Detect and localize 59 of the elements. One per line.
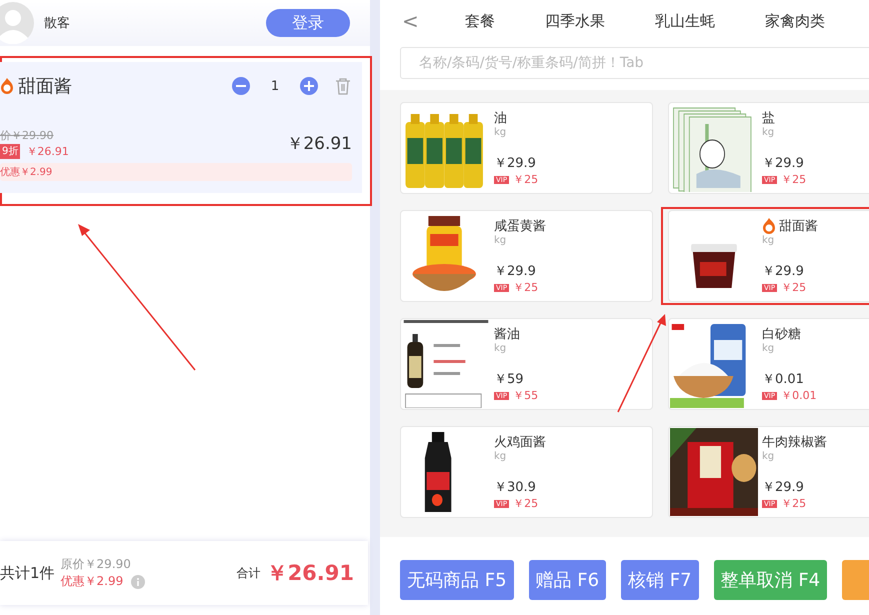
original-price: 价￥29.90 <box>0 128 54 143</box>
product-name: 咸蛋黄酱 <box>494 218 546 235</box>
product-price: ￥29.9 <box>762 263 805 280</box>
vip-price: ￥0.01 <box>781 388 817 403</box>
product-name: 甜面酱 <box>779 218 818 235</box>
search-field[interactable]: 名称/条码/货号/称重条码/简拼！Tab <box>400 47 869 79</box>
product-price: ￥30.9 <box>494 479 537 496</box>
item-name: 甜面酱 <box>18 75 73 98</box>
product-name: 牛肉辣椒酱 <box>762 434 827 451</box>
total-label: 合计 <box>236 564 261 582</box>
product-unit: kg <box>762 451 776 462</box>
product-name: 酱油 <box>494 326 520 343</box>
discount-badge: 9折 <box>0 144 20 159</box>
product-name: 火鸡面酱 <box>494 434 546 451</box>
vip-price: ￥55 <box>513 388 538 403</box>
customer-name: 散客 <box>44 15 71 32</box>
category-tab[interactable]: 家禽肉类 <box>764 12 825 30</box>
product-unit: kg <box>494 235 508 246</box>
product-price: ￥29.9 <box>762 479 805 496</box>
promo-icon <box>0 78 14 94</box>
product-name: 盐 <box>762 110 775 127</box>
product-price: ￥59 <box>494 371 525 388</box>
vip-price: ￥25 <box>781 496 806 511</box>
product-price: ￥29.9 <box>494 155 537 172</box>
product-name: 白砂糖 <box>762 326 801 343</box>
product-unit: kg <box>494 127 508 138</box>
vip-price: ￥25 <box>781 172 806 187</box>
cart-item[interactable]: 甜面酱 1 价￥29.90 9折 ￥26.91 ￥26.91 优惠￥2.99 <box>0 62 362 193</box>
category-tab[interactable]: 乳山生蚝 <box>654 12 715 30</box>
saving-strip: 优惠￥2.99 <box>0 163 352 181</box>
product-price: ￥0.01 <box>762 371 805 388</box>
product-price: ￥29.9 <box>762 155 805 172</box>
category-tab[interactable]: 套餐 <box>464 12 495 30</box>
product-name: 油 <box>494 110 507 127</box>
product-unit: kg <box>762 127 776 138</box>
back-button[interactable]: < <box>396 8 425 34</box>
product-unit: kg <box>762 343 776 354</box>
product-price: ￥29.9 <box>494 263 537 280</box>
vip-price: ￥25 <box>781 280 806 295</box>
item-count: 共计1件 <box>0 564 55 582</box>
saving-total: 优惠￥2.99 <box>60 573 124 590</box>
discount-price: ￥26.91 <box>26 144 69 159</box>
category-tab[interactable]: 四季水果 <box>544 12 605 30</box>
minus-icon[interactable] <box>232 77 250 95</box>
trash-icon[interactable] <box>334 77 352 95</box>
item-total: ￥26.91 <box>286 133 352 155</box>
total-amount: ￥26.91 <box>266 560 354 587</box>
vip-price: ￥25 <box>513 280 538 295</box>
product-unit: kg <box>494 343 508 354</box>
avatar <box>0 2 34 44</box>
info-icon[interactable] <box>131 574 146 588</box>
original-total: 原价￥29.90 <box>60 556 132 573</box>
product-unit: kg <box>762 235 776 246</box>
quantity: 1 <box>270 78 280 94</box>
promo-icon <box>762 218 776 234</box>
vip-price: ￥25 <box>513 172 538 187</box>
plus-icon[interactable] <box>300 77 318 95</box>
product-unit: kg <box>494 451 508 462</box>
vip-price: ￥25 <box>513 496 538 511</box>
